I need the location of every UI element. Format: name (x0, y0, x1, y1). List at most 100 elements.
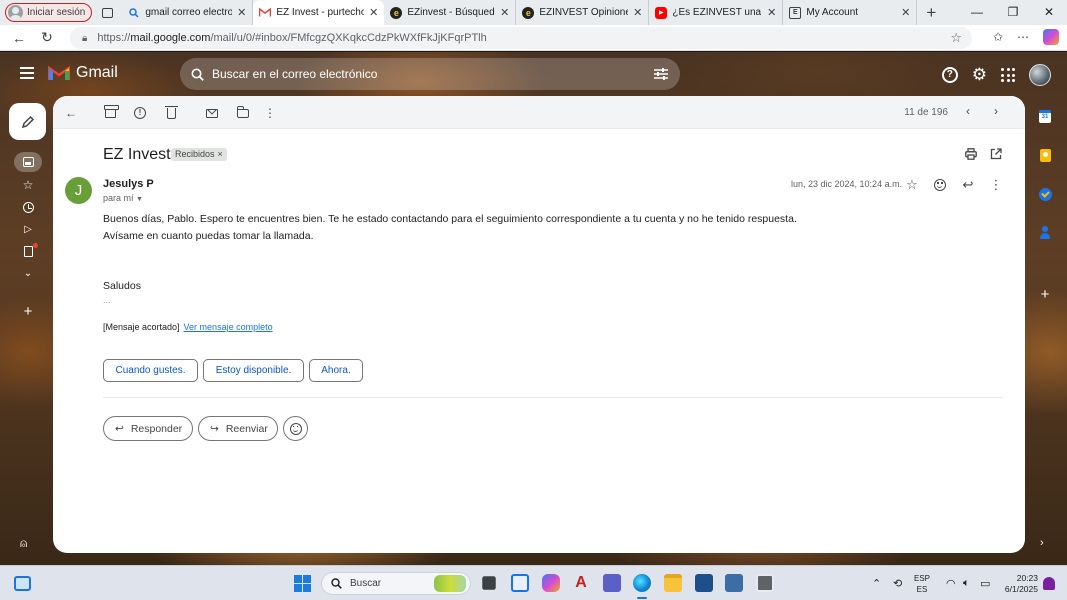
message-more-icon[interactable]: ⋮ (987, 176, 1005, 194)
tab-actions-button[interactable] (92, 7, 122, 18)
calculator-icon[interactable] (756, 574, 774, 592)
nav-starred[interactable]: ☆ (14, 175, 42, 195)
close-tab-icon[interactable]: ✕ (369, 6, 378, 19)
wifi-icon[interactable]: ◠ (946, 577, 956, 590)
windows-start-icon[interactable] (294, 575, 311, 592)
gmail-logo[interactable]: Gmail (48, 64, 118, 82)
browser-tab-2[interactable]: EZ Invest - purtecho06@ ✕ (253, 0, 385, 25)
minimize-icon[interactable]: — (959, 0, 995, 25)
bookmark-star-icon[interactable]: ☆ (950, 30, 962, 46)
contacts-addon[interactable] (1035, 223, 1055, 241)
favorites-icon[interactable]: ✩ (993, 30, 1003, 44)
system-clock[interactable]: 20:23 6/1/2025 (1000, 573, 1038, 595)
maximize-icon[interactable]: ❐ (995, 0, 1031, 25)
task-view-icon[interactable] (482, 576, 496, 590)
browser-tab-3[interactable]: e EZinvest - Búsqueda de ✕ (384, 0, 517, 25)
show-hidden-icons[interactable]: ⌃ (872, 577, 881, 590)
reply-arrow-icon[interactable]: ↩ (959, 176, 977, 194)
recipient-details[interactable]: para mí ▼ (103, 193, 143, 203)
clipped-notice: [Mensaje acortado] Ver mensaje completo (103, 322, 273, 332)
teams-icon[interactable] (603, 574, 621, 592)
calendar-addon[interactable]: 31 (1035, 107, 1055, 125)
close-tab-icon[interactable]: ✕ (633, 6, 642, 19)
open-new-window-icon[interactable] (990, 148, 1002, 160)
help-icon[interactable]: ? (941, 67, 958, 83)
view-full-message-link[interactable]: Ver mensaje completo (184, 322, 273, 332)
profile-avatar-icon (8, 5, 23, 20)
volume-icon[interactable]: 🔈︎ (963, 577, 970, 590)
close-tab-icon[interactable]: ✕ (901, 6, 910, 19)
emoji-reaction-button[interactable] (283, 416, 308, 441)
more-menu-icon[interactable]: ⋯ (1017, 30, 1029, 44)
url-field[interactable]: 🔒︎ https://mail.google.com/mail/u/0/#inb… (70, 27, 972, 49)
create-label-button[interactable]: + (14, 301, 42, 321)
browser-tab-6[interactable]: E My Account ✕ (783, 0, 918, 25)
close-tab-icon[interactable]: ✕ (767, 6, 776, 19)
browser-tab-5[interactable]: ▶ ¿Es EZINVEST una estafa ✕ (649, 0, 784, 25)
browser-tab-4[interactable]: e EZINVEST Opiniones-Re ✕ (516, 0, 650, 25)
copilot-icon[interactable] (542, 574, 560, 592)
nav-more[interactable]: ⌄ (14, 263, 42, 283)
input-language[interactable]: ESP ES (914, 573, 930, 595)
nav-snoozed[interactable] (14, 197, 42, 217)
get-addons-button[interactable]: + (1035, 285, 1055, 303)
tasks-addon[interactable] (1035, 185, 1055, 203)
nav-inbox[interactable] (14, 152, 42, 172)
smart-reply-button[interactable]: Estoy disponible. (203, 359, 304, 382)
show-meet-icon[interactable]: ⍝ (20, 536, 27, 551)
profile-button[interactable]: Iniciar sesión (5, 3, 93, 22)
search-options-icon[interactable] (654, 68, 668, 80)
star-icon: ☆ (22, 178, 34, 192)
close-window-icon[interactable]: ✕ (1031, 0, 1067, 25)
forward-button[interactable]: ↪ Reenviar (198, 416, 278, 441)
reply-button[interactable]: ↩ Responder (103, 416, 193, 441)
main-menu-icon[interactable] (20, 67, 34, 79)
chevron-right-icon[interactable]: › (1040, 537, 1044, 549)
copilot-icon[interactable] (1043, 29, 1059, 45)
keep-addon[interactable] (1035, 146, 1055, 164)
smart-reply-button[interactable]: Cuando gustes. (103, 359, 198, 382)
older-chevron-icon[interactable]: › (989, 104, 1003, 118)
account-avatar[interactable] (1029, 64, 1051, 86)
reload-icon[interactable]: ↻ (33, 29, 61, 46)
browser-tab-1[interactable]: gmail correo electronico ✕ (122, 0, 254, 25)
notification-bell-icon[interactable] (1043, 577, 1055, 590)
send-icon: ▷ (24, 223, 32, 235)
back-arrow-icon[interactable]: ← (5, 30, 33, 46)
report-spam-button[interactable]: ! (131, 104, 149, 122)
adobe-acrobat-icon[interactable]: A (572, 574, 590, 592)
battery-icon[interactable]: ▭ (980, 577, 990, 590)
add-reaction-button[interactable] (931, 176, 949, 194)
compose-button[interactable] (9, 103, 46, 140)
remove-label-icon[interactable]: × (218, 148, 223, 161)
app-icon[interactable] (725, 574, 743, 592)
mail-search-box[interactable]: Buscar en el correo electrónico (180, 58, 680, 90)
app-icon[interactable] (511, 574, 529, 592)
show-trimmed-content[interactable]: ... (103, 295, 111, 305)
widgets-icon[interactable] (14, 576, 31, 591)
store-icon[interactable] (695, 574, 713, 592)
settings-gear-icon[interactable]: ⚙ (972, 66, 987, 83)
move-to-button[interactable] (234, 104, 252, 122)
file-explorer-icon[interactable] (664, 574, 682, 592)
nav-sent[interactable]: ▷ (14, 219, 42, 239)
taskbar-search[interactable]: Buscar (321, 572, 471, 595)
newer-chevron-icon[interactable]: ‹ (961, 104, 975, 118)
print-icon[interactable] (965, 148, 977, 160)
mark-unread-button[interactable] (203, 104, 221, 122)
close-tab-icon[interactable]: ✕ (237, 6, 246, 19)
star-message-icon[interactable]: ☆ (903, 176, 921, 194)
close-tab-icon[interactable]: ✕ (500, 6, 509, 19)
archive-button[interactable] (101, 104, 119, 122)
smart-reply-button[interactable]: Ahora. (309, 359, 363, 382)
google-apps-icon[interactable] (1001, 68, 1015, 82)
sender-name[interactable]: Jesulys P (103, 178, 154, 190)
label-chip[interactable]: Recibidos × (171, 148, 227, 161)
delete-button[interactable] (162, 104, 180, 122)
more-options-icon[interactable]: ⋮ (261, 104, 279, 122)
new-tab-button[interactable]: + (917, 3, 945, 23)
sender-avatar[interactable]: J (65, 177, 92, 204)
sync-icon[interactable]: ⟲ (893, 577, 902, 590)
back-to-inbox-icon[interactable]: ← (62, 104, 80, 122)
edge-icon[interactable] (633, 574, 651, 599)
